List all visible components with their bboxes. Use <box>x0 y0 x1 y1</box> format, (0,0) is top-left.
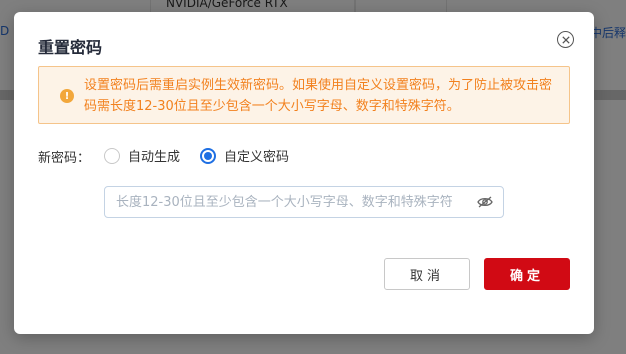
radio-checked-icon <box>200 147 216 164</box>
radio-auto-generate-label: 自动生成 <box>128 150 181 165</box>
radio-custom-password-label: 自定义密码 <box>224 150 290 165</box>
radio-unchecked-icon <box>104 147 120 164</box>
eye-hidden-icon[interactable] <box>477 196 493 208</box>
warning-icon: ! <box>60 89 74 103</box>
radio-custom-password[interactable]: 自定义密码 <box>200 146 289 165</box>
warning-alert: ! 设置密码后需重启实例生效新密码。如果使用自定义设置密码，为了防止被攻击密码需… <box>38 66 570 124</box>
radio-dot <box>204 151 212 160</box>
close-icon <box>561 35 570 44</box>
dialog-title: 重置密码 <box>38 38 103 57</box>
alert-text: 设置密码后需重启实例生效新密码。如果使用自定义设置密码，为了防止被攻击密码需长度… <box>84 78 553 114</box>
new-password-label: 新密码： <box>38 151 91 166</box>
reset-password-dialog: 重置密码 ! 设置密码后需重启实例生效新密码。如果使用自定义设置密码，为了防止被… <box>14 12 594 334</box>
confirm-button[interactable]: 确定 <box>484 258 570 290</box>
password-input-wrapper <box>104 186 504 218</box>
close-button[interactable] <box>557 31 574 48</box>
radio-auto-generate[interactable]: 自动生成 <box>104 146 180 165</box>
cancel-button[interactable]: 取消 <box>384 258 470 290</box>
password-input[interactable] <box>105 187 475 217</box>
